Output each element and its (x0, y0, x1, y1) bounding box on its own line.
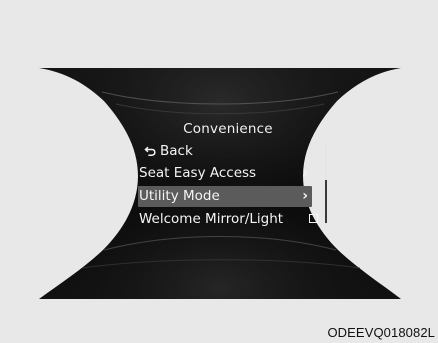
seat-easy-access-menu-item[interactable]: Seat Easy Access › (138, 163, 312, 184)
utility-mode-label: Utility Mode (139, 188, 220, 204)
chevron-right-icon: › (302, 188, 308, 204)
back-menu-item[interactable]: Back (138, 141, 312, 162)
image-code-label: ODEEVQ018082L (327, 325, 435, 340)
back-arrow-icon (144, 146, 156, 156)
checkbox-unchecked-icon[interactable] (309, 214, 318, 223)
menu-title: Convenience (183, 121, 273, 137)
welcome-mirror-light-label: Welcome Mirror/Light (139, 211, 284, 227)
scrollbar-thumb[interactable] (325, 141, 327, 180)
chevron-right-icon: › (302, 165, 308, 181)
seat-easy-access-label: Seat Easy Access (139, 165, 257, 181)
welcome-mirror-light-menu-item[interactable]: Welcome Mirror/Light (138, 209, 318, 230)
utility-mode-menu-item[interactable]: Utility Mode › (138, 186, 312, 207)
back-label: Back (160, 143, 193, 159)
